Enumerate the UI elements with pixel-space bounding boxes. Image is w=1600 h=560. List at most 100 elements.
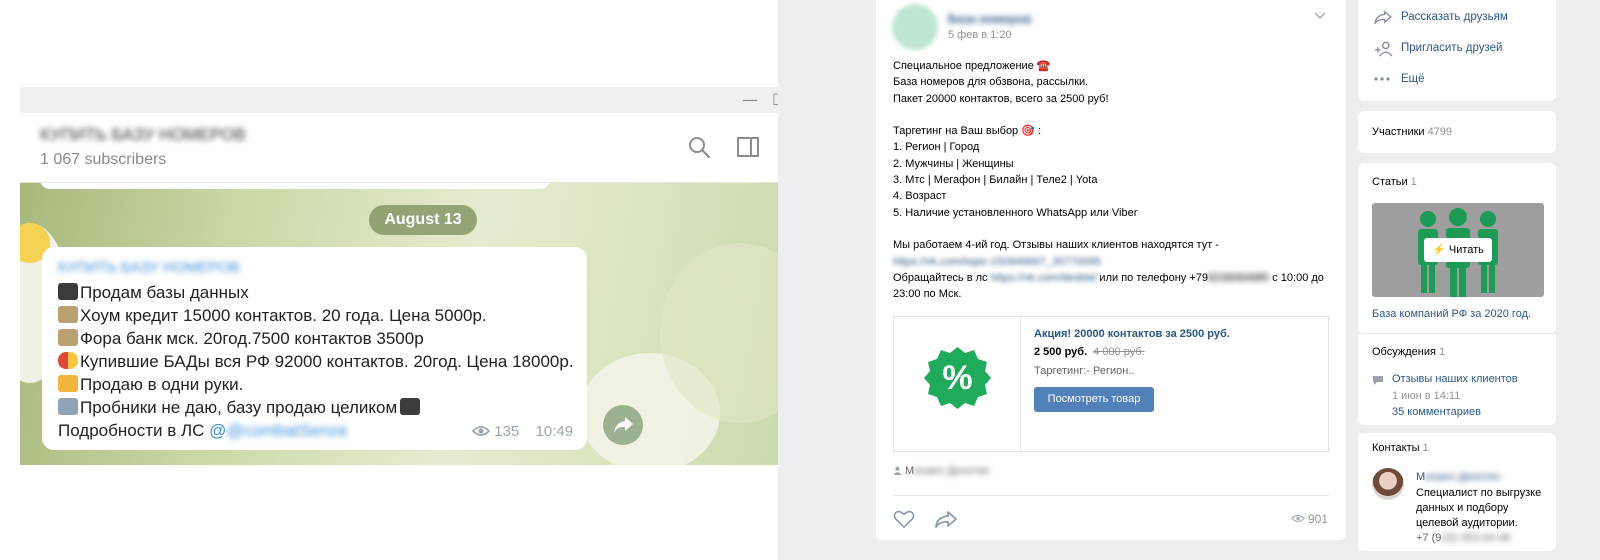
post-text-line: 5. Наличие установленного WhatsApp или V… — [893, 206, 1138, 219]
post-text-line: Мы работаем 4-ий год. Отзывы наших клиен… — [893, 239, 1219, 252]
post-text-gap — [893, 221, 1338, 237]
product-description: Таргетинг:- Регион.. — [1034, 365, 1135, 377]
window-titlebar: — ☐ ✕ — [20, 87, 825, 113]
post-author[interactable]: База номеров — [948, 12, 1031, 26]
contact-avatar[interactable] — [1372, 468, 1404, 500]
channel-name[interactable]: КУПИТЬ БАЗУ НОМЕРОВ — [40, 125, 246, 145]
pill-icon — [58, 352, 78, 369]
eye-icon — [1290, 514, 1305, 523]
post-text-line: Пакет 20000 контактов, всего за 2500 руб… — [893, 92, 1109, 105]
post-text-line: База номеров для обзвона, рассылки. — [893, 76, 1089, 89]
post-text-line: 1. Регион | Город — [893, 141, 980, 154]
read-article-button[interactable]: ⚡ Читать — [1424, 238, 1492, 262]
post-text-line: 23:00 по Мск. — [893, 288, 962, 301]
svg-text:%: % — [942, 359, 972, 397]
contact-name[interactable]: Михаил Дехотин — [1416, 471, 1500, 483]
product-price: 2 500 руб. 4 000 руб. — [1034, 346, 1145, 358]
post-text-line: Специальное предложение ☎️ — [893, 60, 1051, 72]
message-bubble[interactable]: КУПИТЬ БАЗУ НОМЕРОВ Продам базы данных Х… — [42, 247, 587, 450]
members-count: 4799 — [1427, 126, 1453, 138]
message-line: Пробники не даю, базу продаю целиком — [58, 396, 571, 419]
bank-icon — [58, 329, 78, 346]
discussions-card: Обсуждения 1 Отзывы наших клиентов 1 июн … — [1358, 333, 1556, 425]
product-old-price: 4 000 руб. — [1093, 346, 1145, 358]
add-user-icon — [1375, 41, 1393, 57]
post-views: 901 — [1290, 512, 1328, 526]
previous-message-bubble — [40, 183, 550, 189]
sidebar-icon[interactable] — [736, 135, 760, 159]
members-heading: Участники 4799 — [1372, 126, 1453, 138]
share-icon — [1374, 10, 1392, 24]
contacts-count: 1 — [1422, 442, 1429, 454]
contact-phone: +7 (922) 353-04-46 — [1416, 532, 1511, 544]
reviews-link[interactable]: https://vk.com/topic-150949667_35770095 — [893, 256, 1101, 268]
topic-comments-link[interactable]: 35 комментариев — [1392, 406, 1481, 418]
post-view-count: 901 — [1307, 512, 1328, 526]
topic-title[interactable]: Отзывы наших клиентов — [1392, 373, 1518, 385]
articles-heading: Статьи 1 — [1372, 176, 1417, 188]
article-title[interactable]: База компаний РФ за 2020 год. — [1372, 308, 1531, 320]
bank-icon — [58, 306, 78, 323]
date-separator: August 13 — [369, 205, 477, 235]
post-text-line: Обращайтесь в лс https://vk.com/desktel … — [893, 271, 1324, 284]
view-count: 135 — [494, 423, 520, 440]
like-icon[interactable] — [893, 509, 915, 529]
community-actions-card: Рассказать друзьям Пригласить друзей Ещё — [1358, 0, 1556, 101]
telegram-window: — ☐ ✕ КУПИТЬ БАЗУ НОМЕРОВ 1 067 subscrib… — [20, 87, 825, 465]
contact-description-line: данных и подбору — [1416, 502, 1509, 514]
contact-description-line: Специалист по выгрузке — [1416, 487, 1542, 499]
more-link[interactable]: Ещё — [1401, 73, 1425, 85]
chevron-down-icon[interactable] — [1314, 12, 1326, 20]
handshake-icon — [58, 375, 78, 392]
card-icon — [58, 283, 78, 300]
message-line: Хоум кредит 15000 контактов. 20 года. Це… — [58, 304, 571, 327]
post-date[interactable]: 5 фев в 1:20 — [948, 29, 1012, 41]
forward-button[interactable] — [603, 405, 643, 445]
view-product-button[interactable]: Посмотреть товар — [1034, 387, 1154, 412]
share-icon[interactable] — [934, 509, 958, 529]
discussions-heading: Обсуждения 1 — [1372, 346, 1446, 358]
post-text: Специальное предложение ☎️ База номеров … — [893, 58, 1338, 302]
handle-link[interactable]: @@combatSenze — [209, 421, 347, 440]
tell-friends-link[interactable]: Рассказать друзьям — [1401, 11, 1508, 23]
discussions-count: 1 — [1438, 346, 1446, 358]
members-card[interactable]: Участники 4799 — [1358, 111, 1556, 153]
forward-icon — [614, 417, 633, 433]
more-icon — [1374, 77, 1390, 81]
post-text-gap — [893, 107, 1338, 123]
articles-count: 1 — [1410, 176, 1417, 188]
contacts-card: Контакты 1 Михаил Дехотин Специалист по в… — [1358, 433, 1556, 551]
contact-link[interactable]: https://vk.com/desktel — [991, 272, 1097, 284]
post-text-line: Таргетинг на Ваш выбор 🎯 : — [893, 125, 1042, 138]
community-avatar[interactable] — [892, 4, 938, 50]
minimize-icon[interactable]: — — [742, 90, 758, 110]
discount-badge-icon: % — [924, 347, 991, 409]
chat-area: August 13 КУПИТЬ БАЗУ НОМЕРОВ Продам баз… — [20, 183, 825, 465]
articles-card: Статьи 1 ⚡ Читать База компаний РФ за 202… — [1358, 163, 1556, 333]
screenshot-root: — ☐ ✕ КУПИТЬ БАЗУ НОМЕРОВ 1 067 subscrib… — [0, 0, 1600, 560]
message-line: Продам базы данных — [58, 281, 571, 304]
message-author[interactable]: КУПИТЬ БАЗУ НОМЕРОВ — [58, 259, 571, 281]
post-text-line: 4. Возраст — [893, 190, 947, 203]
card-icon — [400, 398, 421, 415]
post-text-line: 3. Мтс | Мегафон | Билайн | Теле2 | Yota — [893, 174, 1098, 187]
search-icon[interactable] — [687, 135, 711, 159]
vk-post: База номеров 5 фев в 1:20 Специальное пр… — [876, 0, 1346, 540]
user-icon — [893, 466, 902, 475]
post-divider — [893, 495, 1329, 496]
product-title[interactable]: Акция! 20000 контактов за 2500 руб. — [1034, 328, 1230, 340]
message-meta: 135 10:49 — [471, 423, 573, 440]
post-signer[interactable]: Михаил Дехотин — [893, 465, 989, 477]
product-image[interactable]: % — [894, 317, 1021, 451]
product-card[interactable]: % Акция! 20000 контактов за 2500 руб. 2 … — [893, 316, 1329, 452]
article-cover[interactable]: ⚡ Читать — [1372, 203, 1544, 297]
eye-icon — [471, 426, 491, 436]
invite-friends-link[interactable]: Пригласить друзей — [1401, 42, 1502, 54]
subscribers-count: 1 067 subscribers — [40, 151, 167, 168]
post-text-line: 2. Мужчины | Женщины — [893, 157, 1014, 170]
contact-description-line: целевой аудитории. — [1416, 517, 1518, 529]
comment-icon — [1373, 376, 1383, 385]
folder-icon — [58, 398, 78, 415]
lightning-icon: ⚡ — [1432, 244, 1446, 256]
message-line: Фора банк мск. 20год.7500 контактов 3500… — [58, 327, 571, 350]
